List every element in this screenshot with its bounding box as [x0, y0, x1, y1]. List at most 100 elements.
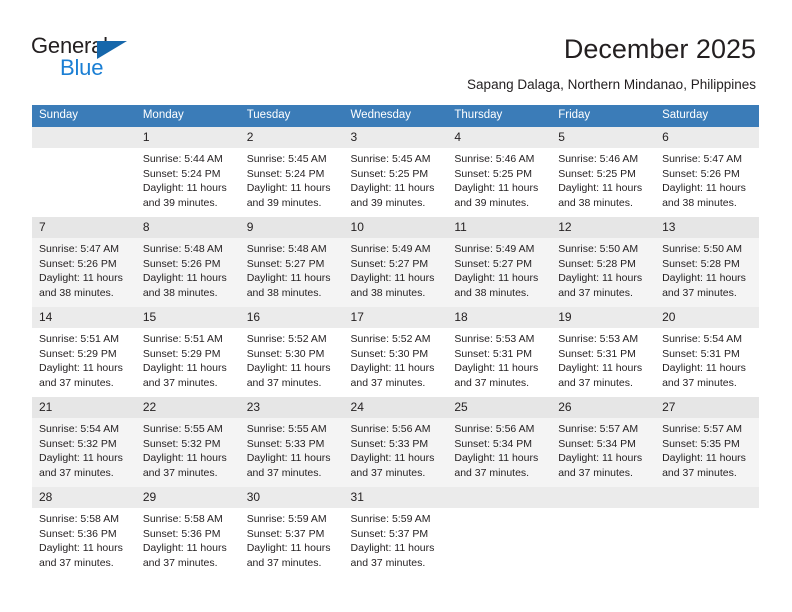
day-details: Sunrise: 5:49 AM Sunset: 5:27 PM Dayligh…	[344, 238, 448, 300]
sunset-text: Sunset: 5:32 PM	[142, 437, 221, 450]
day-cell[interactable]: 17 Sunrise: 5:52 AM Sunset: 5:30 PM Dayl…	[343, 307, 448, 397]
day-cell[interactable]: 30 Sunrise: 5:59 AM Sunset: 5:37 PM Dayl…	[239, 487, 344, 577]
sunrise-text: Sunrise: 5:50 AM	[558, 243, 639, 255]
sunset-text: Sunset: 5:26 PM	[39, 257, 117, 270]
sunset-text: Sunset: 5:27 PM	[454, 257, 533, 270]
sunrise-text: Sunrise: 5:57 AM	[662, 423, 743, 435]
day-details: Sunrise: 5:55 AM Sunset: 5:32 PM Dayligh…	[136, 418, 240, 480]
day-number: 10	[343, 217, 448, 238]
calendar-week-row: 1 Sunrise: 5:44 AM Sunset: 5:24 PM Dayli…	[32, 127, 759, 217]
day-cell[interactable]: 26 Sunrise: 5:57 AM Sunset: 5:34 PM Dayl…	[551, 397, 656, 487]
day-cell-empty	[551, 487, 656, 577]
day-cell[interactable]: 3 Sunrise: 5:45 AM Sunset: 5:25 PM Dayli…	[343, 127, 448, 217]
day-number: 7	[32, 217, 136, 238]
sunrise-text: Sunrise: 5:45 AM	[246, 153, 327, 165]
day-cell[interactable]: 31 Sunrise: 5:59 AM Sunset: 5:37 PM Dayl…	[343, 487, 448, 577]
daylight-text: Daylight: 11 hours and 38 minutes.	[454, 272, 539, 299]
calendar-week-row: 7 Sunrise: 5:47 AM Sunset: 5:26 PM Dayli…	[32, 217, 759, 307]
daylight-text: Daylight: 11 hours and 37 minutes.	[39, 362, 123, 389]
day-number: 9	[239, 217, 344, 238]
sunset-text: Sunset: 5:37 PM	[350, 527, 429, 540]
day-details: Sunrise: 5:56 AM Sunset: 5:33 PM Dayligh…	[344, 418, 448, 480]
sunrise-text: Sunrise: 5:47 AM	[662, 153, 743, 165]
day-cell[interactable]: 19 Sunrise: 5:53 AM Sunset: 5:31 PM Dayl…	[551, 307, 656, 397]
daylight-text: Daylight: 11 hours and 38 minutes.	[39, 272, 123, 299]
daylight-text: Daylight: 11 hours and 38 minutes.	[142, 272, 227, 299]
day-details: Sunrise: 5:54 AM Sunset: 5:31 PM Dayligh…	[655, 328, 759, 390]
day-cell[interactable]: 13 Sunrise: 5:50 AM Sunset: 5:28 PM Dayl…	[655, 217, 759, 307]
daylight-text: Daylight: 11 hours and 37 minutes.	[454, 452, 539, 479]
daylight-text: Daylight: 11 hours and 39 minutes.	[142, 182, 227, 209]
day-cell[interactable]: 16 Sunrise: 5:52 AM Sunset: 5:30 PM Dayl…	[239, 307, 344, 397]
day-number: 4	[447, 127, 552, 148]
sunrise-text: Sunrise: 5:59 AM	[350, 513, 431, 525]
calendar-week-row: 28 Sunrise: 5:58 AM Sunset: 5:36 PM Dayl…	[32, 487, 759, 577]
day-cell[interactable]: 28 Sunrise: 5:58 AM Sunset: 5:36 PM Dayl…	[32, 487, 136, 577]
day-details: Sunrise: 5:45 AM Sunset: 5:24 PM Dayligh…	[240, 148, 344, 210]
daylight-text: Daylight: 11 hours and 38 minutes.	[246, 272, 331, 299]
calendar-page: General Blue December 2025 Sapang Dalaga…	[0, 0, 792, 612]
day-number: 5	[551, 127, 656, 148]
daylight-text: Daylight: 11 hours and 37 minutes.	[558, 452, 643, 479]
day-cell[interactable]: 27 Sunrise: 5:57 AM Sunset: 5:35 PM Dayl…	[655, 397, 759, 487]
day-cell[interactable]: 25 Sunrise: 5:56 AM Sunset: 5:34 PM Dayl…	[447, 397, 552, 487]
day-details: Sunrise: 5:48 AM Sunset: 5:27 PM Dayligh…	[240, 238, 344, 300]
day-details: Sunrise: 5:58 AM Sunset: 5:36 PM Dayligh…	[32, 508, 136, 570]
day-cell[interactable]: 5 Sunrise: 5:46 AM Sunset: 5:25 PM Dayli…	[551, 127, 656, 217]
sunset-text: Sunset: 5:31 PM	[454, 347, 533, 360]
day-cell[interactable]: 18 Sunrise: 5:53 AM Sunset: 5:31 PM Dayl…	[447, 307, 552, 397]
sunrise-text: Sunrise: 5:51 AM	[39, 333, 119, 345]
sunset-text: Sunset: 5:33 PM	[350, 437, 429, 450]
daylight-text: Daylight: 11 hours and 37 minutes.	[454, 362, 539, 389]
day-number: 3	[343, 127, 448, 148]
daylight-text: Daylight: 11 hours and 39 minutes.	[454, 182, 539, 209]
day-cell[interactable]: 11 Sunrise: 5:49 AM Sunset: 5:27 PM Dayl…	[447, 217, 552, 307]
day-cell[interactable]: 6 Sunrise: 5:47 AM Sunset: 5:26 PM Dayli…	[655, 127, 759, 217]
day-cell[interactable]: 9 Sunrise: 5:48 AM Sunset: 5:27 PM Dayli…	[239, 217, 344, 307]
day-cell[interactable]: 22 Sunrise: 5:55 AM Sunset: 5:32 PM Dayl…	[135, 397, 240, 487]
page-title: December 2025	[563, 34, 756, 64]
day-cell[interactable]: 20 Sunrise: 5:54 AM Sunset: 5:31 PM Dayl…	[655, 307, 759, 397]
day-cell[interactable]: 21 Sunrise: 5:54 AM Sunset: 5:32 PM Dayl…	[32, 397, 136, 487]
day-details: Sunrise: 5:57 AM Sunset: 5:35 PM Dayligh…	[655, 418, 759, 480]
day-cell[interactable]: 15 Sunrise: 5:51 AM Sunset: 5:29 PM Dayl…	[135, 307, 240, 397]
sunrise-text: Sunrise: 5:55 AM	[246, 423, 327, 435]
day-number: 18	[447, 307, 552, 328]
sunset-text: Sunset: 5:27 PM	[350, 257, 429, 270]
weekday-header-thursday: Thursday	[447, 105, 552, 127]
day-number: 2	[239, 127, 344, 148]
sunset-text: Sunset: 5:26 PM	[142, 257, 221, 270]
sunrise-text: Sunrise: 5:49 AM	[454, 243, 535, 255]
day-cell[interactable]: 10 Sunrise: 5:49 AM Sunset: 5:27 PM Dayl…	[343, 217, 448, 307]
sunset-text: Sunset: 5:28 PM	[662, 257, 740, 270]
day-details: Sunrise: 5:51 AM Sunset: 5:29 PM Dayligh…	[136, 328, 240, 390]
day-cell-empty	[655, 487, 759, 577]
sunset-text: Sunset: 5:30 PM	[350, 347, 429, 360]
weekday-header-sunday: Sunday	[32, 105, 136, 127]
daylight-text: Daylight: 11 hours and 39 minutes.	[350, 182, 435, 209]
day-cell[interactable]: 23 Sunrise: 5:55 AM Sunset: 5:33 PM Dayl…	[239, 397, 344, 487]
sunset-text: Sunset: 5:32 PM	[39, 437, 117, 450]
daylight-text: Daylight: 11 hours and 37 minutes.	[142, 542, 227, 569]
day-cell[interactable]: 2 Sunrise: 5:45 AM Sunset: 5:24 PM Dayli…	[239, 127, 344, 217]
general-blue-logo[interactable]: General Blue	[31, 33, 161, 85]
day-number: 21	[32, 397, 136, 418]
sunrise-text: Sunrise: 5:58 AM	[142, 513, 223, 525]
daylight-text: Daylight: 11 hours and 37 minutes.	[662, 452, 746, 479]
day-cell[interactable]: 29 Sunrise: 5:58 AM Sunset: 5:36 PM Dayl…	[135, 487, 240, 577]
day-number: 8	[135, 217, 240, 238]
day-cell[interactable]: 24 Sunrise: 5:56 AM Sunset: 5:33 PM Dayl…	[343, 397, 448, 487]
sunset-text: Sunset: 5:37 PM	[246, 527, 325, 540]
day-cell[interactable]: 1 Sunrise: 5:44 AM Sunset: 5:24 PM Dayli…	[135, 127, 240, 217]
day-cell[interactable]: 14 Sunrise: 5:51 AM Sunset: 5:29 PM Dayl…	[32, 307, 136, 397]
day-details: Sunrise: 5:54 AM Sunset: 5:32 PM Dayligh…	[32, 418, 136, 480]
day-number: 1	[135, 127, 240, 148]
day-cell[interactable]: 4 Sunrise: 5:46 AM Sunset: 5:25 PM Dayli…	[447, 127, 552, 217]
day-cell[interactable]: 7 Sunrise: 5:47 AM Sunset: 5:26 PM Dayli…	[32, 217, 136, 307]
day-cell[interactable]: 12 Sunrise: 5:50 AM Sunset: 5:28 PM Dayl…	[551, 217, 656, 307]
sunrise-text: Sunrise: 5:52 AM	[246, 333, 327, 345]
daylight-text: Daylight: 11 hours and 37 minutes.	[662, 272, 746, 299]
day-cell[interactable]: 8 Sunrise: 5:48 AM Sunset: 5:26 PM Dayli…	[135, 217, 240, 307]
day-number: 13	[655, 217, 759, 238]
page-header: General Blue December 2025 Sapang Dalaga…	[0, 0, 792, 100]
